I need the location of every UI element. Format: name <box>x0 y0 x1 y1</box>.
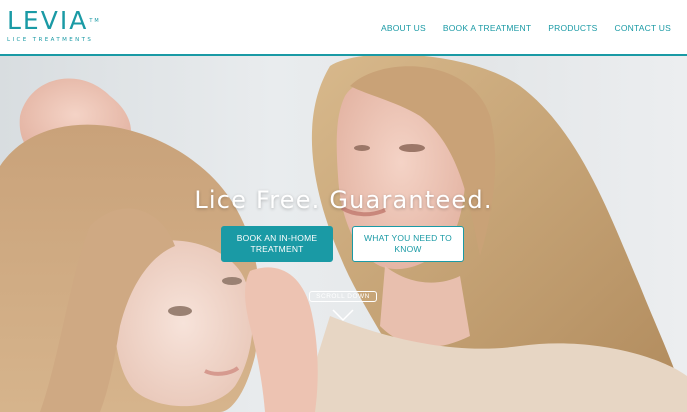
scroll-down-button[interactable]: SCROLL DOWN <box>309 291 377 302</box>
book-treatment-button[interactable]: BOOK AN IN-HOME TREATMENT <box>221 226 333 262</box>
brand-tagline: LICE TREATMENTS <box>7 37 94 43</box>
hero-headline: Lice Free. Guaranteed. <box>194 186 493 214</box>
nav-about-us[interactable]: ABOUT US <box>381 23 426 33</box>
chevron-down-icon[interactable] <box>331 308 355 322</box>
brand-name: LEVIATM <box>7 6 101 35</box>
hero-section: Lice Free. Guaranteed. BOOK AN IN-HOME T… <box>0 56 687 412</box>
nav-contact-us[interactable]: CONTACT US <box>615 23 671 33</box>
nav-book-a-treatment[interactable]: BOOK A TREATMENT <box>443 23 531 33</box>
hero-photo <box>0 56 687 412</box>
what-you-need-to-know-button-label: WHAT YOU NEED TO KNOW <box>364 233 452 254</box>
nav-products[interactable]: PRODUCTS <box>548 23 597 33</box>
site-header: LEVIATM LICE TREATMENTS ABOUT US BOOK A … <box>0 0 687 56</box>
trademark-mark: TM <box>89 18 101 24</box>
main-nav: ABOUT US BOOK A TREATMENT PRODUCTS CONTA… <box>364 23 671 33</box>
brand-logo[interactable]: LEVIATM LICE TREATMENTS <box>7 6 101 44</box>
what-you-need-to-know-button[interactable]: WHAT YOU NEED TO KNOW <box>352 226 464 262</box>
book-treatment-button-label: BOOK AN IN-HOME TREATMENT <box>236 233 318 254</box>
